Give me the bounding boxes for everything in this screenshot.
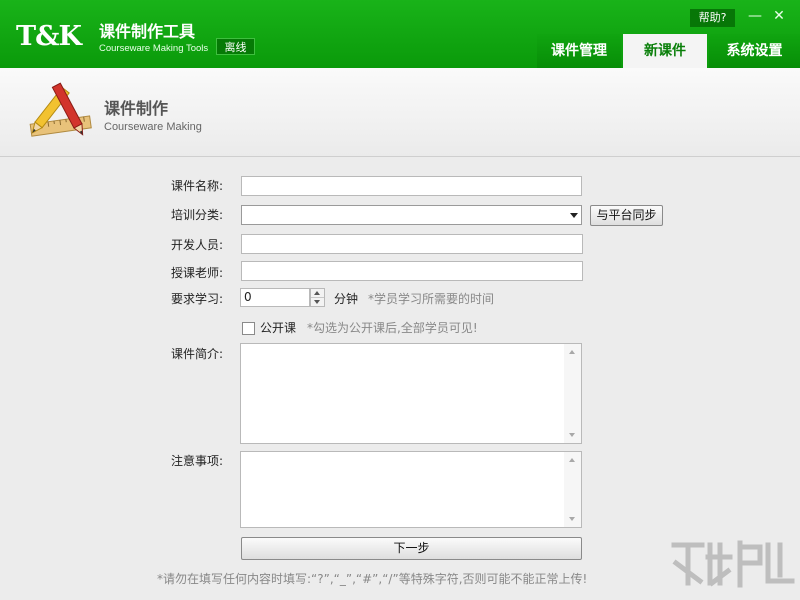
public-course-hint: *勾选为公开课后,全部学员可见! [307,321,478,335]
tab-system-settings[interactable]: 系统设置 [709,34,800,68]
public-course-checkbox[interactable] [242,322,255,335]
title-bar: T&K 课件制作工具 Courseware Making Tools 离线 帮助… [0,0,800,68]
teacher-input[interactable] [241,261,583,281]
app-name: 课件制作工具 [99,22,196,41]
sync-platform-button[interactable]: 与平台同步 [590,205,663,226]
help-button[interactable]: 帮助? [690,9,735,27]
course-name-label: 课件名称: [171,179,224,193]
course-name-input[interactable] [241,176,582,196]
watermark-logo [671,540,795,588]
category-label: 培训分类: [171,208,224,222]
category-select[interactable] [241,205,582,225]
notes-scrollbar[interactable] [564,452,581,527]
status-badge: 离线 [216,38,255,55]
study-time-stepper[interactable] [310,288,325,307]
courseware-form: 课件名称: 培训分类: 与平台同步 开发人员: 授课老师: 要求学习: 0 分钟… [0,158,800,600]
public-course-label[interactable]: 公开课 [260,320,296,336]
scroll-up-icon[interactable] [569,458,575,462]
app-subtitle: Courseware Making Tools [99,43,209,54]
study-time-unit: 分钟 [334,292,359,306]
developer-label: 开发人员: [171,238,224,252]
section-title: 课件制作 [104,99,169,118]
chevron-down-icon [570,213,578,218]
teacher-label: 授课老师: [171,266,224,280]
intro-scrollbar[interactable] [564,344,581,443]
section-header: 课件制作 Courseware Making [0,68,800,157]
section-subtitle: Courseware Making [104,121,202,133]
notes-textarea[interactable] [240,451,582,528]
study-time-hint: *学员学习所需要的时间 [368,292,495,306]
intro-label: 课件简介: [171,347,224,361]
intro-textarea[interactable] [240,343,582,444]
scroll-down-icon[interactable] [569,517,575,521]
pencil-ruler-icon [29,82,92,137]
footer-warning: *请勿在填写任何内容时填写:“?”,“_”,“#”,“/”等特殊字符,否则可能不… [157,572,588,586]
notes-label: 注意事项: [171,454,224,468]
study-time-label: 要求学习: [171,292,224,306]
tab-courseware-management[interactable]: 课件管理 [537,34,621,68]
tab-new-courseware[interactable]: 新课件 [623,34,707,68]
close-icon[interactable]: ✕ [771,7,787,25]
scroll-down-icon[interactable] [569,433,575,437]
app-logo: T&K [16,21,82,52]
developer-input[interactable] [241,234,583,254]
stepper-up-icon[interactable] [311,289,324,298]
next-step-button[interactable]: 下一步 [241,537,582,560]
scroll-up-icon[interactable] [569,350,575,354]
stepper-down-icon[interactable] [311,298,324,307]
minimize-icon[interactable]: — [747,7,763,25]
study-time-input[interactable]: 0 [240,288,310,307]
